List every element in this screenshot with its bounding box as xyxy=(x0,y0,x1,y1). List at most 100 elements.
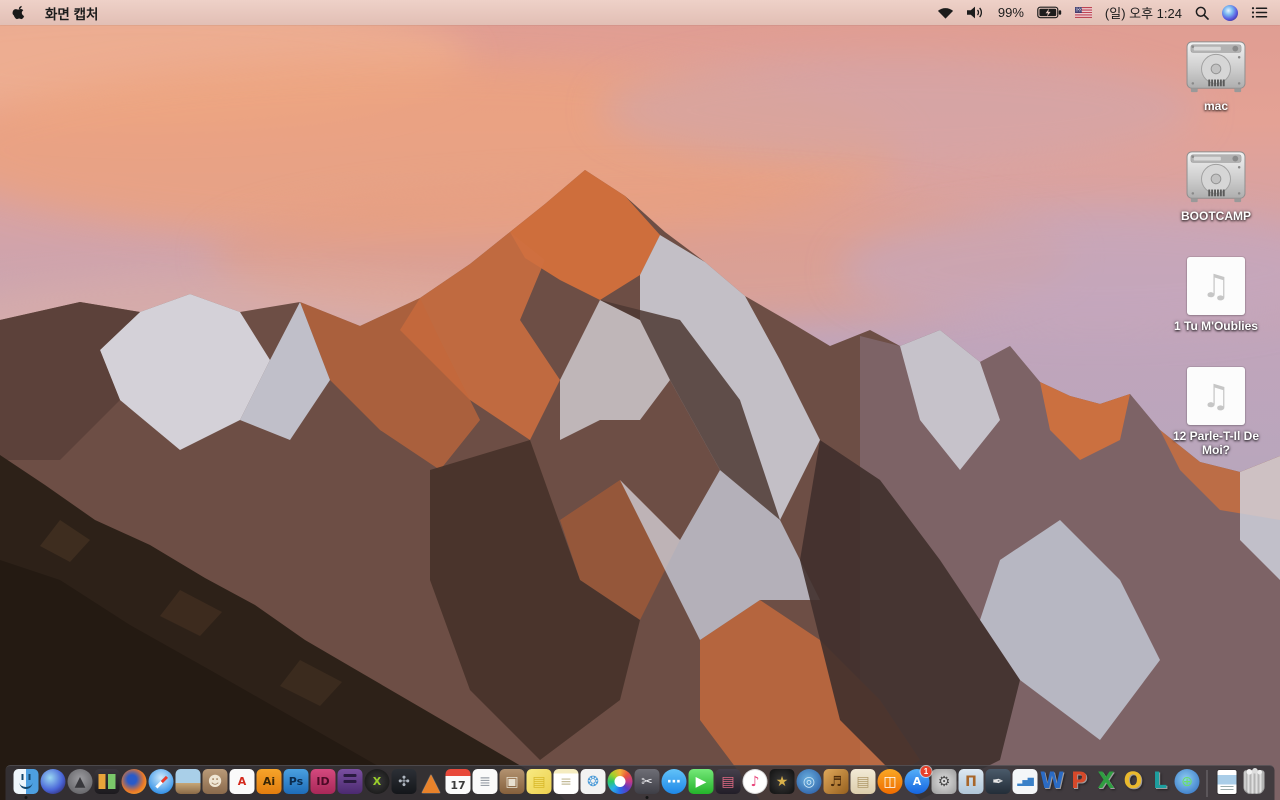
dock-icon-glyph: Ps xyxy=(288,775,304,788)
excel-icon[interactable]: X xyxy=(1093,769,1120,799)
dock-icon-glyph: ≣ xyxy=(479,773,491,790)
word-icon[interactable]: W xyxy=(1039,769,1066,799)
apple-menu-icon[interactable] xyxy=(12,5,25,20)
dock-icon-glyph: ▲ xyxy=(74,773,86,790)
battery-charging-icon[interactable] xyxy=(1037,6,1062,19)
photos-icon[interactable] xyxy=(607,769,634,799)
volume-icon[interactable] xyxy=(966,6,985,19)
menu-clock[interactable]: (일) 오후 1:24 xyxy=(1105,3,1182,22)
powerpoint-icon[interactable]: P xyxy=(1066,769,1093,799)
dock-icon-glyph: Π xyxy=(965,773,977,790)
dock-icon-glyph: A xyxy=(237,775,247,788)
photo-booth-icon[interactable]: ▤ xyxy=(715,769,742,799)
dock-icon-glyph: ▤ xyxy=(856,773,870,790)
dock-icon-glyph: P xyxy=(1070,768,1088,794)
illustrator-icon[interactable]: Ai xyxy=(256,769,283,799)
notes-documents-icon[interactable]: ▤ xyxy=(850,769,877,799)
notification-center-icon[interactable] xyxy=(1251,6,1268,19)
keynote-icon[interactable]: Π xyxy=(958,769,985,799)
dock-icon-glyph: ▤ xyxy=(532,773,546,790)
calendar-icon[interactable]: 17 xyxy=(445,769,472,799)
app-badge: 1 xyxy=(920,766,932,777)
audio-file-1[interactable]: ♫ 1 Tu M'Oublies xyxy=(1174,256,1258,350)
dock-icon-glyph: X xyxy=(1097,768,1115,794)
dock-icon-glyph: ✂ xyxy=(641,773,653,790)
toast-icon[interactable] xyxy=(337,769,364,799)
drive-mac[interactable]: ♫ mac xyxy=(1185,36,1247,130)
ibooks-icon[interactable]: ◫ xyxy=(877,769,904,799)
spotlight-search-icon[interactable] xyxy=(1195,6,1209,20)
dock: ▲ ☻ A Ai Ps ID X ✣ ▲ 17 ≣ ▣ ▤ ≡ ❂ ✂ ⋯ ▶ … xyxy=(5,765,1275,800)
dock-icon-glyph: ▶ xyxy=(695,773,707,790)
dock-icon-glyph: ◫ xyxy=(883,773,897,790)
numbers-icon[interactable]: ▂▅▇ xyxy=(1012,769,1039,799)
downloaded-document-icon[interactable] xyxy=(1214,770,1241,799)
dock-icon-glyph: ♪ xyxy=(750,773,760,790)
grab-screen-capture-icon[interactable]: ✂ xyxy=(634,769,661,799)
dock-icon-glyph: O xyxy=(1123,768,1143,794)
mission-control-icon[interactable] xyxy=(94,769,121,799)
ms-update-globe-icon[interactable]: ⊕ xyxy=(1174,769,1201,799)
reminders-icon[interactable]: ≣ xyxy=(472,769,499,799)
running-indicator xyxy=(645,796,649,799)
colorsync-icon[interactable]: ❂ xyxy=(580,769,607,799)
acrobat-reader-icon[interactable]: A xyxy=(229,769,256,799)
audio-file-icon: ♫ xyxy=(1187,367,1245,425)
facetime-icon[interactable]: ▶ xyxy=(688,769,715,799)
audio-file-icon: ♫ xyxy=(1186,257,1245,315)
dock-icon-glyph: ★ xyxy=(775,773,789,790)
messages-icon[interactable]: ⋯ xyxy=(661,769,688,799)
fan-media-icon[interactable]: ✣ xyxy=(391,769,418,799)
preview-icon[interactable] xyxy=(175,769,202,799)
system-preferences-icon[interactable]: ⚙ xyxy=(931,769,958,799)
music-note-icon: ♫ xyxy=(1201,267,1231,305)
xee-icon[interactable]: X xyxy=(364,769,391,799)
siri-dock-icon[interactable] xyxy=(40,769,67,799)
dock-icon-glyph: L xyxy=(1152,768,1168,794)
outlook-icon[interactable]: O xyxy=(1120,769,1147,799)
audio-file-2[interactable]: ♫ 12 Parle-T-Il De Moi? xyxy=(1165,366,1267,460)
us-flag-icon[interactable] xyxy=(1074,7,1092,18)
dock-icon-glyph: ✣ xyxy=(398,773,410,790)
expander-box-icon[interactable]: ▣ xyxy=(499,769,526,799)
dock-icon-glyph: A xyxy=(912,775,922,788)
dock-icon-glyph: ⋯ xyxy=(667,773,681,790)
contacts-icon[interactable]: ☻ xyxy=(202,769,229,799)
hard-drive-icon xyxy=(1186,41,1246,93)
app-store-icon[interactable]: 1 A xyxy=(904,766,932,799)
dock-icon-glyph: ✒ xyxy=(992,773,1004,790)
desktop-icon-label: mac xyxy=(1203,99,1229,113)
wallpaper-art xyxy=(0,0,1280,800)
dock-separator xyxy=(1206,770,1208,797)
dock-icon-glyph: 17 xyxy=(450,778,466,792)
desktop-icon-label: 12 Parle-T-Il De Moi? xyxy=(1172,429,1260,457)
lync-icon[interactable]: L xyxy=(1147,769,1174,799)
vlc-icon[interactable]: ▲ xyxy=(418,769,445,799)
itunes-icon[interactable]: ♪ xyxy=(742,769,769,799)
siri-icon[interactable] xyxy=(1222,4,1238,21)
dock-icon-glyph: ▤ xyxy=(721,773,735,790)
dock-icon-glyph: W xyxy=(1039,768,1065,794)
dock-icon-glyph: X xyxy=(372,775,382,788)
dock-icon-glyph: ❂ xyxy=(587,773,599,790)
dock-icon-glyph: ▲ xyxy=(421,767,441,796)
indesign-icon[interactable]: ID xyxy=(310,769,337,799)
dock-icon-glyph: ▣ xyxy=(505,773,519,790)
launchpad-icon[interactable]: ▲ xyxy=(67,769,94,799)
garageband-icon[interactable]: ♬ xyxy=(823,769,850,799)
wifi-icon[interactable] xyxy=(937,6,954,19)
trash-icon[interactable] xyxy=(1241,768,1268,799)
finder-icon[interactable] xyxy=(13,769,40,799)
imovie-icon[interactable]: ★ xyxy=(769,769,796,799)
menu-bar: 화면 캡처 99% (일) 오후 1:24 xyxy=(0,0,1280,25)
textedit-icon[interactable]: ≡ xyxy=(553,769,580,799)
dock-icon-glyph: ☻ xyxy=(207,773,223,790)
safari-icon[interactable] xyxy=(148,769,175,799)
active-app-menu[interactable]: 화면 캡처 xyxy=(45,3,98,23)
dvd-player-icon[interactable]: ◎ xyxy=(796,769,823,799)
photoshop-icon[interactable]: Ps xyxy=(283,769,310,799)
drive-bootcamp[interactable]: ♫ BOOTCAMP xyxy=(1181,146,1251,240)
stickies-icon[interactable]: ▤ xyxy=(526,769,553,799)
pages-icon[interactable]: ✒ xyxy=(985,769,1012,799)
firefox-icon[interactable] xyxy=(121,769,148,799)
